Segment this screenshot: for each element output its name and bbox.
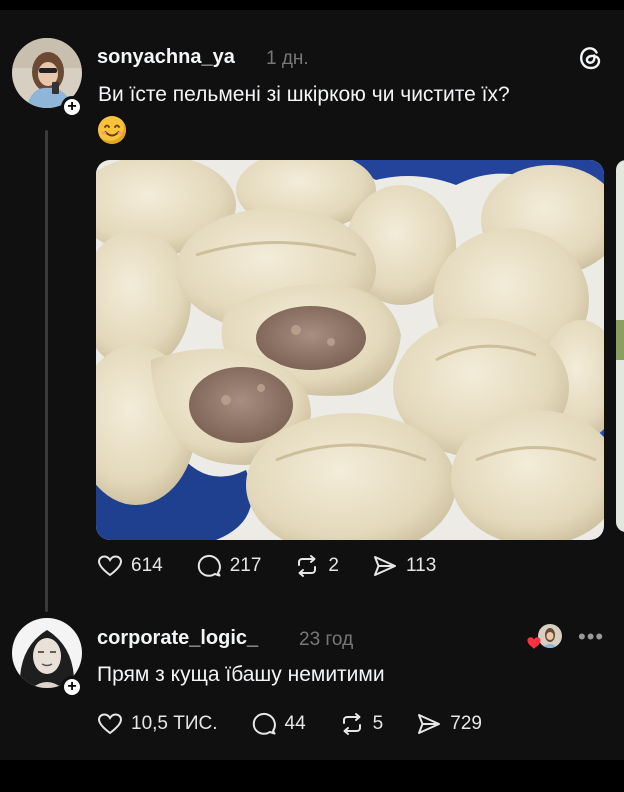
send-icon (373, 556, 396, 576)
reply-time: 23 год (299, 629, 354, 650)
reply-repost-button[interactable]: 5 (338, 710, 384, 738)
reply-text: Прям з куща їбашу немитими (97, 663, 385, 686)
repost-count: 2 (328, 555, 339, 576)
more-dots-icon[interactable]: ••• (578, 624, 604, 650)
reply-like-button[interactable]: 10,5 ТИС. (96, 710, 218, 738)
comment-button[interactable]: 217 (195, 552, 262, 580)
reply-comment-button[interactable]: 44 (250, 710, 306, 738)
liked-by-author-indicator (524, 624, 564, 652)
reply-share-button[interactable]: 729 (415, 710, 482, 738)
comment-bubble-icon (197, 554, 221, 577)
heart-icon (97, 555, 123, 577)
thread-line (45, 130, 48, 612)
follow-plus-icon[interactable]: + (61, 96, 83, 118)
threads-logo-icon[interactable] (577, 45, 603, 71)
threads-screen: + sonyachna_ya 1 дн. Ви їсте пельмені зі… (0, 10, 624, 760)
repost-button[interactable]: 2 (293, 552, 339, 580)
like-button[interactable]: 614 (96, 552, 163, 580)
reply-share-count: 729 (450, 713, 482, 734)
next-image-preview[interactable] (616, 160, 624, 532)
share-count: 113 (405, 555, 437, 576)
follow-plus-icon[interactable]: + (61, 676, 83, 698)
like-count: 614 (131, 555, 163, 576)
repost-icon (298, 555, 317, 577)
reply-username[interactable]: corporate_logic_ (97, 627, 258, 650)
post-text: Ви їсте пельмені зі шкіркою чи чистите ї… (98, 83, 510, 106)
post-username[interactable]: sonyachna_ya (97, 46, 235, 69)
post-time: 1 дн. (266, 48, 309, 69)
heart-filled-icon (527, 637, 541, 649)
send-icon (418, 714, 441, 734)
reply-actions: 10,5 ТИС. 44 5 729 (96, 710, 514, 738)
repost-icon (342, 713, 361, 735)
reply-repost-count: 5 (372, 713, 384, 734)
comment-count: 217 (229, 555, 262, 576)
heart-icon (97, 713, 123, 735)
smiling-face-emoji-icon (98, 116, 126, 144)
share-button[interactable]: 113 (371, 552, 436, 580)
comment-bubble-icon (252, 712, 276, 735)
reply-comment-count: 44 (284, 713, 306, 734)
post-image-dumplings[interactable] (96, 160, 604, 540)
reply-like-count: 10,5 ТИС. (131, 713, 218, 734)
post-actions: 614 217 2 113 (96, 552, 468, 580)
